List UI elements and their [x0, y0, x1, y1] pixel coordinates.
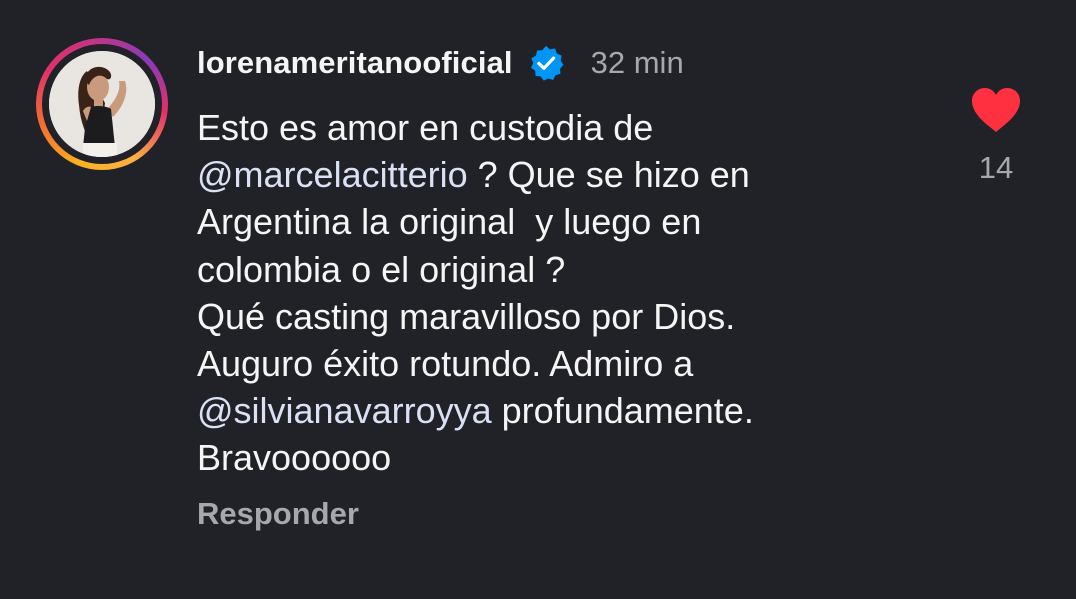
comment-text-segment: Esto es amor en custodia de	[197, 107, 654, 148]
comment-header: lorenameritanooficial 32 min	[197, 40, 684, 86]
comment-line: Esto es amor en custodia de	[197, 104, 897, 151]
comment-text-segment: Argentina la original y luego en	[197, 201, 702, 243]
comment-line: @marcelacitterio ? Que se hizo en	[197, 151, 897, 198]
comment-text: Esto es amor en custodia de @marcelacitte…	[197, 104, 897, 482]
avatar[interactable]	[49, 51, 155, 157]
timestamp: 32 min	[590, 45, 684, 80]
comment-line: colombia o el original ?	[197, 246, 897, 293]
comment-line: Bravoooooo	[197, 434, 897, 481]
like-count: 14	[978, 150, 1014, 185]
verified-badge-icon	[527, 44, 565, 82]
comment-text-segment: Auguro éxito rotundo. Admiro a	[197, 343, 694, 385]
comment-text-segment: Qué casting maravilloso por Dios.	[197, 295, 736, 337]
comment-line: Qué casting maravilloso por Dios.	[197, 293, 897, 340]
comment-line: Auguro éxito rotundo. Admiro a	[197, 340, 897, 387]
comment-text-segment: ? Que se hizo en	[467, 154, 750, 196]
username[interactable]: lorenameritanooficial	[197, 45, 513, 81]
heart-icon[interactable]	[970, 86, 1022, 134]
comment-text-segment: Bravoooooo	[197, 437, 392, 479]
comment-text-segment: colombia o el original ?	[197, 248, 566, 290]
mention-link[interactable]: @silvianavarroyya	[197, 390, 492, 431]
mention-link[interactable]: @marcelacitterio	[197, 154, 468, 195]
comment-text-segment: profundamente.	[491, 390, 754, 432]
comment-line: Argentina la original y luego en	[197, 198, 897, 245]
comment: lorenameritanooficial 32 min Esto es amo…	[0, 0, 1076, 599]
reply-button[interactable]: Responder	[197, 496, 359, 532]
comment-line: @silvianavarroyya profundamente.	[197, 387, 897, 434]
